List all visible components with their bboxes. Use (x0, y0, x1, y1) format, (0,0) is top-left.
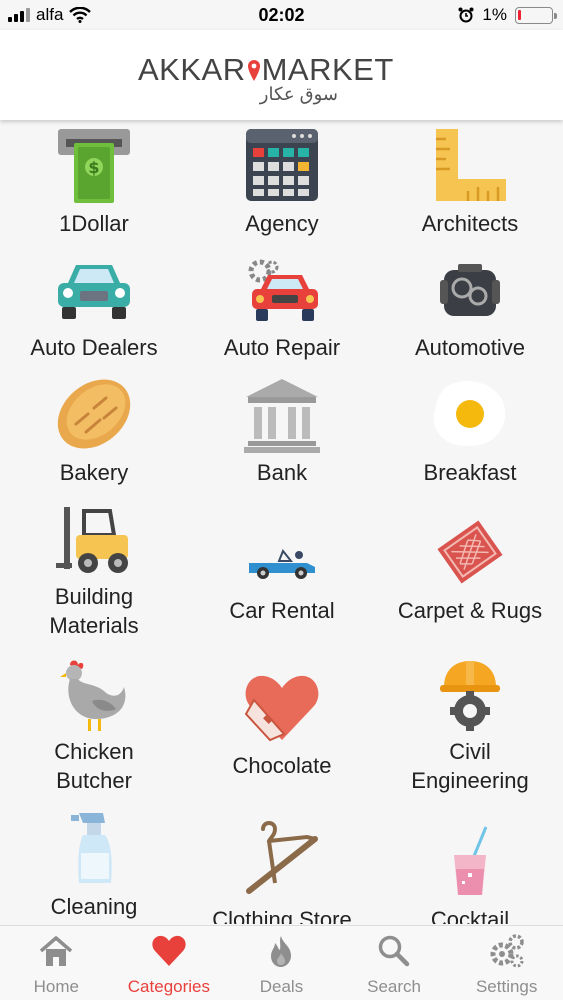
tab-label: Categories (127, 977, 210, 996)
category-1dollar[interactable]: $ 1Dollar (0, 122, 188, 247)
category-bank[interactable]: Bank (188, 372, 376, 497)
category-building-materials[interactable]: Building Materials (0, 497, 188, 652)
category-civil-engineering[interactable]: Civil Engineering (376, 652, 563, 807)
category-chocolate[interactable]: Chocolate (188, 652, 376, 807)
tab-label: Settings (475, 977, 538, 996)
status-right: 1% (458, 5, 557, 25)
status-bar: alfa 02:02 1% (0, 0, 563, 30)
bank-icon (244, 379, 320, 453)
category-label: Agency (245, 211, 319, 236)
bottom-tab-bar: Home Categories Deals Search Settings (0, 925, 563, 1000)
category-label: Chicken Butcher (54, 739, 134, 793)
hardhat-gear-icon (440, 661, 500, 731)
forklift-icon (56, 507, 128, 573)
svg-text:$: $ (88, 158, 99, 177)
tab-settings[interactable]: Settings (450, 926, 563, 1000)
category-label: Breakfast (423, 460, 517, 485)
category-label: Clothing Store (212, 907, 352, 924)
category-automotive[interactable]: Automotive (376, 247, 563, 372)
category-agency[interactable]: Agency (188, 122, 376, 247)
spray-bottle-icon (71, 813, 112, 883)
category-bakery[interactable]: Bakery (0, 372, 188, 497)
search-icon (378, 935, 410, 967)
category-auto-dealers[interactable]: Auto Dealers (0, 247, 188, 372)
category-label: Cleaning (50, 894, 138, 919)
logo-text-left: AKKAR (138, 52, 246, 87)
category-chicken-butcher[interactable]: Chicken Butcher (0, 652, 188, 807)
category-label: Cocktail (430, 907, 510, 924)
category-label: 1Dollar (59, 211, 129, 236)
tab-categories[interactable]: Categories (113, 926, 226, 1000)
rug-icon (437, 520, 503, 584)
category-label: Auto Repair (223, 335, 341, 360)
car-repair-icon (248, 259, 318, 321)
category-label: Chocolate (232, 753, 332, 778)
category-label: Building Materials (49, 584, 139, 638)
logo-text-right: MARKET (261, 52, 394, 87)
akkar-market-logo: AKKAR MARKET سوق عكار (138, 52, 393, 112)
category-label: Civil Engineering (411, 739, 529, 793)
hanger-icon (246, 821, 318, 894)
category-label: Car Rental (229, 598, 335, 623)
tab-search[interactable]: Search (338, 926, 451, 1000)
category-cocktail[interactable]: Cocktail (376, 807, 563, 924)
category-auto-repair[interactable]: Auto Repair (188, 247, 376, 372)
chicken-icon (60, 660, 126, 731)
tab-home[interactable]: Home (0, 926, 113, 1000)
alarm-icon (458, 7, 474, 23)
category-label: Automotive (414, 335, 526, 360)
category-label: Auto Dealers (30, 335, 158, 360)
tab-label: Search (367, 977, 422, 996)
tab-label: Deals (259, 977, 304, 996)
convertible-car-icon (249, 549, 315, 579)
calculator-icon (246, 129, 318, 201)
flame-icon (271, 936, 292, 967)
category-label: Architects (421, 211, 519, 236)
category-architects[interactable]: Architects (376, 122, 563, 247)
gears-icon (490, 934, 524, 968)
category-car-rental[interactable]: Car Rental (188, 497, 376, 652)
heart-chocolate-icon (244, 675, 319, 742)
heart-icon (152, 935, 186, 966)
car-icon (58, 265, 130, 319)
money-icon: $ (58, 129, 130, 203)
category-label: Bakery (59, 460, 129, 485)
category-label: Bank (256, 460, 308, 485)
ruler-icon (436, 129, 506, 201)
category-carpet-rugs[interactable]: Carpet & Rugs (376, 497, 563, 652)
category-grid: $ 1Dollar Agency Architects Auto Dealers… (0, 122, 563, 924)
engine-icon (440, 264, 500, 316)
app-header: AKKAR MARKET سوق عكار (0, 30, 563, 120)
tab-deals[interactable]: Deals (225, 926, 338, 1000)
category-clothing-store[interactable]: Clothing Store (188, 807, 376, 924)
category-label: Carpet & Rugs (397, 598, 543, 623)
battery-percent: 1% (482, 5, 507, 24)
location-pin-icon (247, 60, 260, 81)
fried-egg-icon (433, 380, 506, 447)
category-breakfast[interactable]: Breakfast (376, 372, 563, 497)
home-icon (40, 936, 73, 966)
tab-label: Home (33, 977, 79, 996)
battery-icon (515, 6, 557, 24)
cocktail-icon (454, 826, 488, 895)
logo-arabic-text: سوق عكار (259, 84, 338, 104)
bread-icon (57, 379, 131, 449)
category-cleaning[interactable]: Cleaning (0, 807, 188, 924)
